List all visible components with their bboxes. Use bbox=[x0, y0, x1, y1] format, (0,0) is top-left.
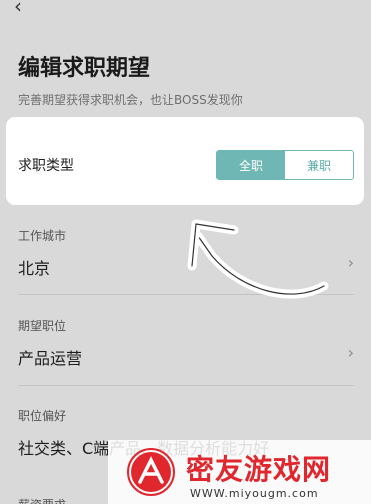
watermark-url: WWW.miyougm.com bbox=[190, 487, 319, 500]
position-preference-label: 职位偏好 bbox=[18, 409, 67, 423]
watermark-logo-icon bbox=[127, 448, 175, 496]
chevron-right-icon: › bbox=[347, 253, 354, 272]
expected-position-row[interactable]: 期望职位 产品运营 › bbox=[18, 317, 354, 369]
job-type-card: 求职类型 全职 兼职 bbox=[6, 117, 364, 205]
expected-position-value: 产品运营 bbox=[18, 349, 83, 368]
full-time-option[interactable]: 全职 bbox=[217, 151, 285, 179]
back-chevron-left-icon[interactable]: ‹ bbox=[14, 0, 22, 18]
divider bbox=[18, 385, 354, 386]
site-watermark: 密友游戏网 WWW.miyougm.com bbox=[108, 440, 371, 504]
page-title: 编辑求职期望 bbox=[18, 56, 151, 81]
expected-position-label: 期望职位 bbox=[18, 319, 67, 333]
watermark-name: 密友游戏网 bbox=[186, 453, 332, 486]
edit-job-expectation-page: ‹ 编辑求职期望 完善期望获得求职机会，也让BOSS发现你 求职类型 全职 兼职… bbox=[0, 0, 371, 504]
curved-arrow-annotation bbox=[187, 219, 329, 299]
job-type-label: 求职类型 bbox=[18, 158, 74, 174]
page-subtitle: 完善期望获得求职机会，也让BOSS发现你 bbox=[18, 93, 243, 107]
job-type-segmented-control: 全职 兼职 bbox=[216, 150, 354, 180]
chevron-right-icon: › bbox=[347, 343, 354, 362]
part-time-option[interactable]: 兼职 bbox=[285, 151, 353, 179]
